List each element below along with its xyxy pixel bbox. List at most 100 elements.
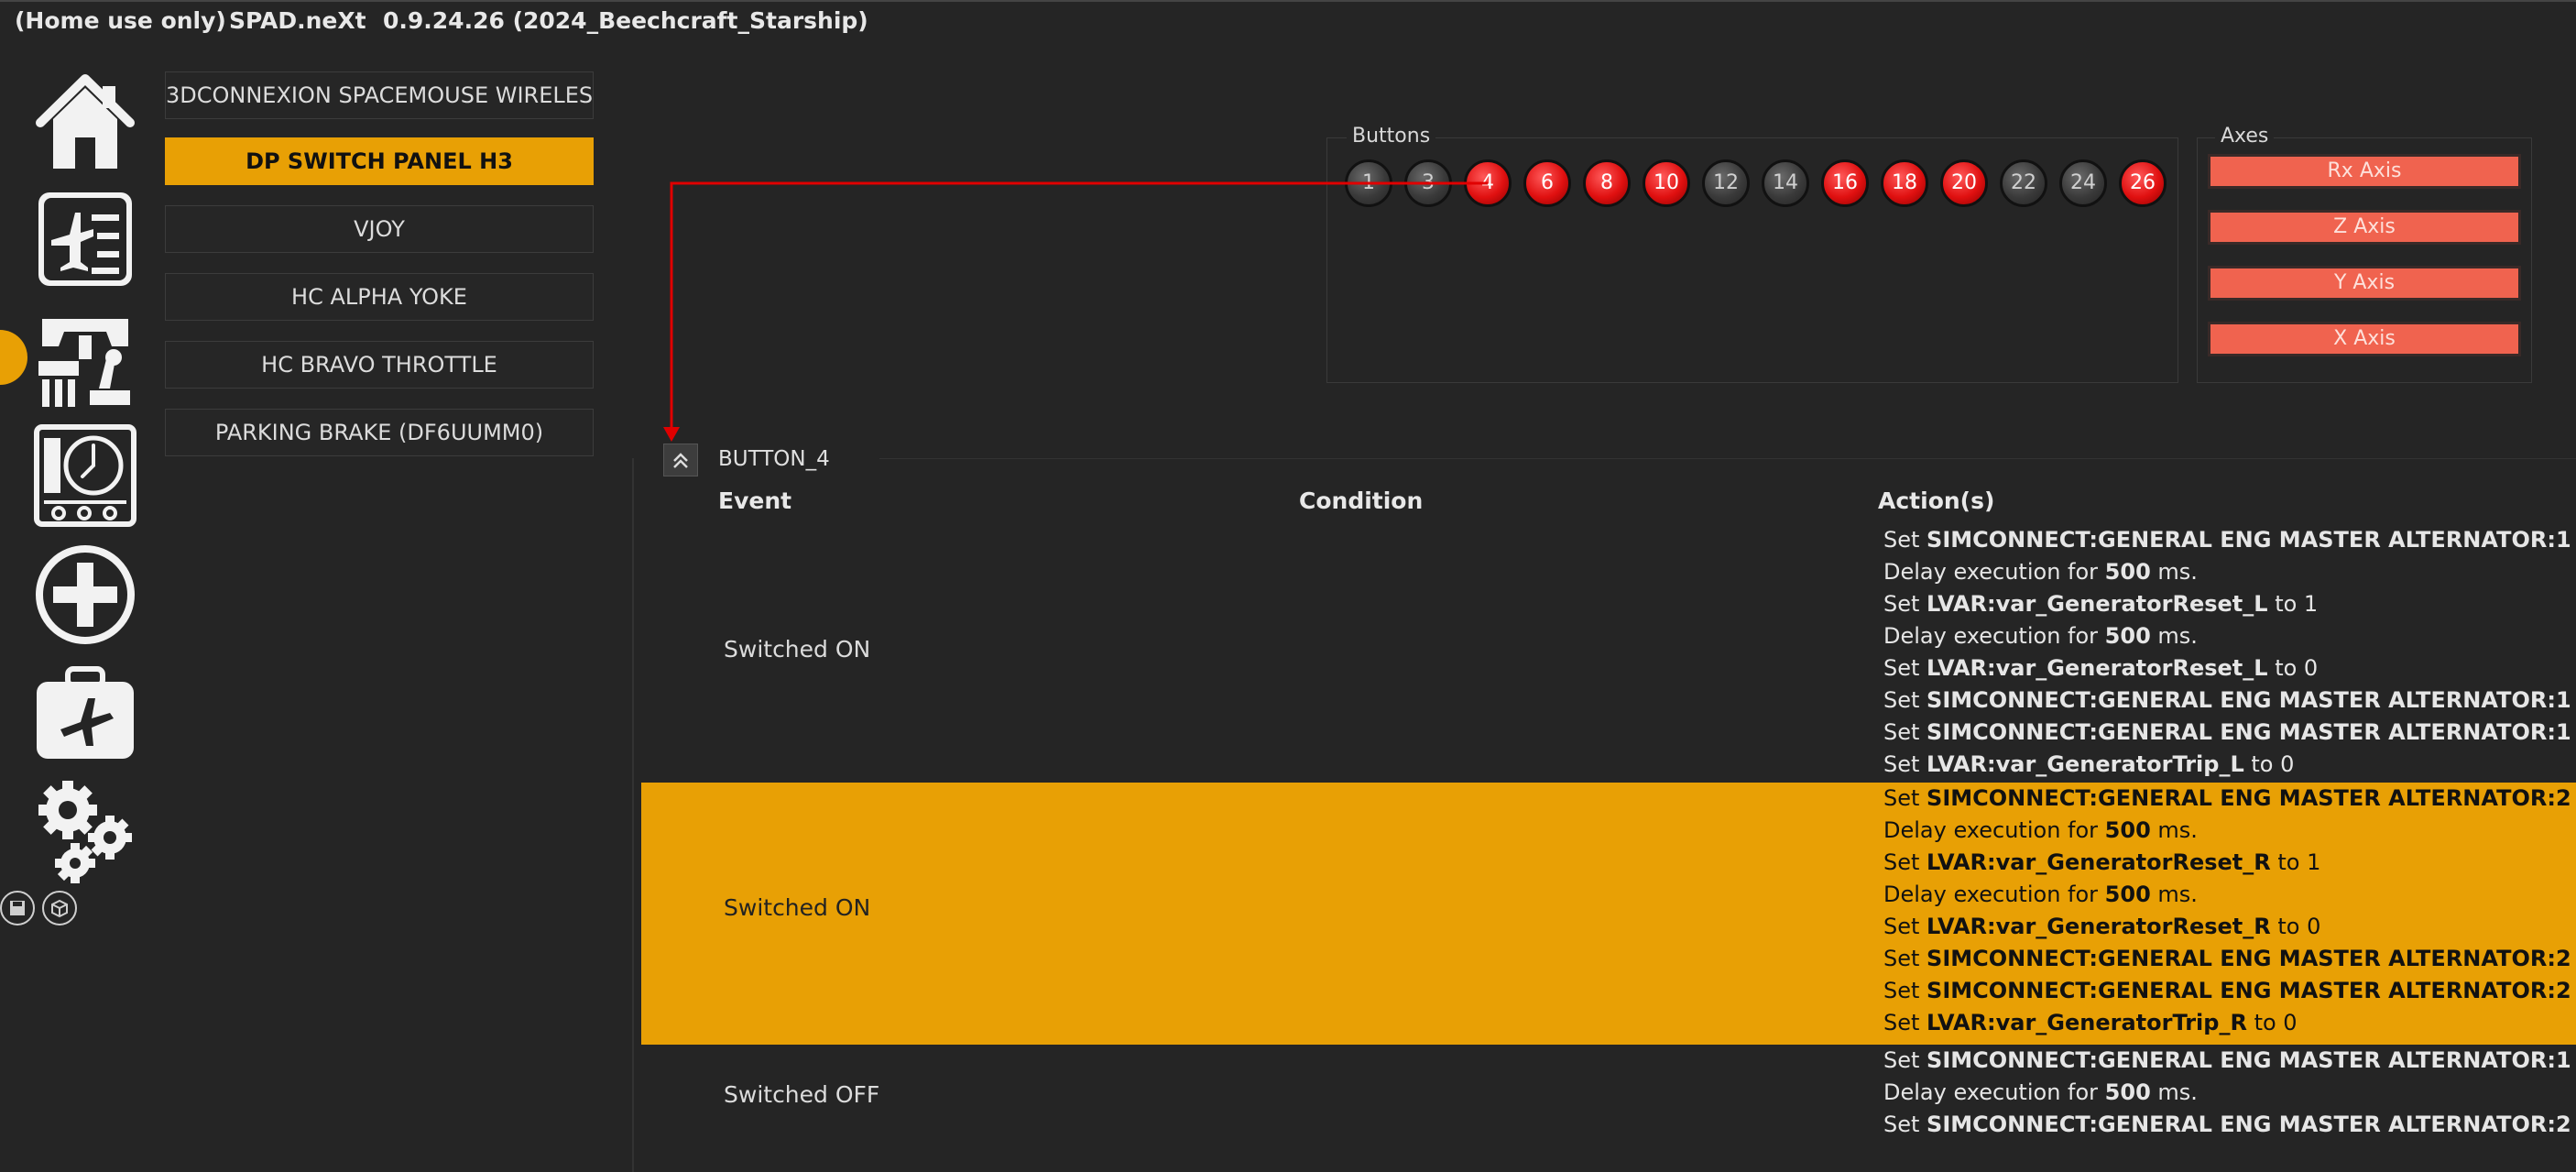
settings-gears-icon[interactable] — [33, 779, 137, 883]
axis-bar[interactable]: Y Axis — [2208, 266, 2521, 301]
action-verb: Set — [1883, 1010, 1927, 1035]
action-target: LVAR:var_GeneratorReset_R — [1927, 914, 2271, 939]
action-target: LVAR:var_GeneratorReset_R — [1927, 849, 2271, 875]
action-line: Set LVAR:var_GeneratorReset_L to 1 — [1883, 588, 2576, 620]
action-line: Set SIMCONNECT:GENERAL ENG MASTER ALTERN… — [1883, 1109, 2576, 1141]
button-indicator[interactable]: 24 — [2059, 159, 2107, 207]
action-verb: Set — [1883, 978, 1927, 1003]
action-value: ms. — [2150, 623, 2198, 649]
action-verb: Delay execution for — [1883, 817, 2105, 843]
buttons-panel — [1326, 137, 2178, 383]
action-verb: Set — [1883, 655, 1927, 681]
event-row[interactable]: Switched ON Set SIMCONNECT:GENERAL ENG MA… — [641, 783, 2576, 1045]
action-target: 500 — [2104, 1079, 2151, 1105]
panel-divider-horizontal — [879, 458, 2576, 459]
event-row[interactable]: Switched ON Set SIMCONNECT:GENERAL ENG MA… — [641, 524, 2576, 783]
home-icon[interactable] — [33, 70, 137, 174]
action-value: to 0 — [2571, 1112, 2576, 1137]
button-indicator[interactable]: 4 — [1464, 159, 1512, 207]
title-bar: (Home use only) SPAD.neXt 0.9.24.26 (202… — [0, 0, 2576, 38]
action-line: Set LVAR:var_GeneratorTrip_R to 0 — [1883, 1007, 2576, 1039]
axis-bar[interactable]: X Axis — [2208, 322, 2521, 356]
event-name: Switched OFF — [724, 1081, 880, 1108]
event-row[interactable]: Switched OFF Set SIMCONNECT:GENERAL ENG M… — [641, 1045, 2576, 1172]
action-line: Set SIMCONNECT:GENERAL ENG MASTER ALTERN… — [1883, 1045, 2576, 1077]
action-target: 500 — [2104, 559, 2151, 585]
axis-bar[interactable]: Rx Axis — [2208, 154, 2521, 189]
action-verb: Delay execution for — [1883, 882, 2105, 907]
action-target: SIMCONNECT:GENERAL ENG MASTER ALTERNATOR… — [1927, 1047, 2571, 1073]
device-item[interactable]: DP SWITCH PANEL H3 — [165, 137, 594, 185]
action-target: SIMCONNECT:GENERAL ENG MASTER ALTERNATOR… — [1927, 719, 2571, 745]
button-indicator[interactable]: 16 — [1821, 159, 1869, 207]
action-verb: Set — [1883, 751, 1927, 777]
action-target: SIMCONNECT:GENERAL ENG MASTER ALTERNATOR… — [1927, 946, 2571, 971]
action-verb: Set — [1883, 1112, 1927, 1137]
button-indicator[interactable]: 12 — [1702, 159, 1750, 207]
action-list: Set SIMCONNECT:GENERAL ENG MASTER ALTERN… — [1883, 1045, 2576, 1141]
axis-bar[interactable]: Z Axis — [2208, 210, 2521, 245]
flight-checklist-icon[interactable] — [33, 187, 137, 291]
action-value: to 1 — [2267, 591, 2319, 617]
action-value: to 1 — [2571, 785, 2576, 811]
action-value: to 1 — [2270, 849, 2321, 875]
collapse-button[interactable] — [663, 444, 698, 476]
action-target: LVAR:var_GeneratorTrip_L — [1927, 751, 2244, 777]
action-value: ms. — [2150, 559, 2198, 585]
buttons-panel-label: Buttons — [1347, 125, 1436, 148]
device-item[interactable]: VJOY — [165, 205, 594, 253]
action-value: to 0 — [2571, 1047, 2576, 1073]
save-icon[interactable] — [0, 891, 35, 926]
action-target: SIMCONNECT:GENERAL ENG MASTER ALTERNATOR… — [1927, 978, 2571, 1003]
action-value: ms. — [2150, 817, 2198, 843]
action-value: ms. — [2150, 1079, 2198, 1105]
action-verb: Set — [1883, 591, 1927, 617]
action-line: Delay execution for 500 ms. — [1883, 1077, 2576, 1109]
action-verb: Delay execution for — [1883, 1079, 2105, 1105]
action-list: Set SIMCONNECT:GENERAL ENG MASTER ALTERN… — [1883, 783, 2576, 1039]
button-indicator[interactable]: 3 — [1404, 159, 1452, 207]
column-header-event[interactable]: Event — [718, 487, 791, 514]
action-value: to 1 — [2571, 946, 2576, 971]
action-line: Delay execution for 500 ms. — [1883, 620, 2576, 652]
action-line: Set SIMCONNECT:GENERAL ENG MASTER ALTERN… — [1883, 524, 2576, 556]
action-verb: Set — [1883, 849, 1927, 875]
action-value: to 1 — [2571, 687, 2576, 713]
action-verb: Set — [1883, 719, 1927, 745]
action-line: Set LVAR:var_GeneratorReset_R to 1 — [1883, 847, 2576, 879]
column-header-actions[interactable]: Action(s) — [1878, 487, 1994, 514]
instrument-panel-icon[interactable] — [33, 423, 137, 528]
action-target: LVAR:var_GeneratorReset_L — [1927, 591, 2268, 617]
device-item[interactable]: 3DCONNEXION SPACEMOUSE WIRELESS — [165, 71, 594, 119]
button-indicator[interactable]: 22 — [2000, 159, 2047, 207]
button-indicator[interactable]: 20 — [1940, 159, 1988, 207]
add-icon[interactable] — [33, 542, 137, 647]
action-target: LVAR:var_GeneratorTrip_R — [1927, 1010, 2247, 1035]
button-indicator[interactable]: 10 — [1643, 159, 1690, 207]
action-target: 500 — [2104, 817, 2151, 843]
column-header-condition[interactable]: Condition — [1299, 487, 1423, 514]
button-indicator[interactable]: 8 — [1583, 159, 1631, 207]
flight-bag-icon[interactable] — [33, 662, 137, 766]
action-target: 500 — [2104, 623, 2151, 649]
button-indicator[interactable]: 1 — [1345, 159, 1392, 207]
button-indicator[interactable]: 6 — [1523, 159, 1571, 207]
action-line: Delay execution for 500 ms. — [1883, 815, 2576, 847]
cockpit-controls-icon[interactable] — [33, 306, 137, 411]
profile-version: 0.9.24.26 (2024_Beechcraft_Starship) — [383, 7, 868, 34]
device-item[interactable]: PARKING BRAKE (DF6UUMM0) — [165, 409, 594, 456]
rail-selection-marker — [0, 330, 27, 385]
package-icon[interactable] — [42, 891, 77, 926]
action-verb: Set — [1883, 946, 1927, 971]
button-indicator[interactable]: 18 — [1881, 159, 1928, 207]
action-line: Set SIMCONNECT:GENERAL ENG MASTER ALTERN… — [1883, 943, 2576, 975]
device-item[interactable]: HC BRAVO THROTTLE — [165, 341, 594, 389]
action-verb: Set — [1883, 687, 1927, 713]
event-name: Switched ON — [724, 894, 871, 921]
device-item[interactable]: HC ALPHA YOKE — [165, 273, 594, 321]
button-indicator[interactable]: 26 — [2119, 159, 2167, 207]
button-indicator[interactable]: 14 — [1762, 159, 1809, 207]
action-target: SIMCONNECT:GENERAL ENG MASTER ALTERNATOR… — [1927, 785, 2571, 811]
action-verb: Set — [1883, 914, 1927, 939]
event-name: Switched ON — [724, 636, 871, 663]
